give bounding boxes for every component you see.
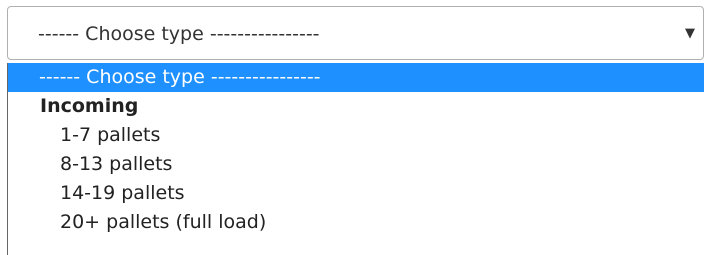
- option-14-19-pallets[interactable]: 14-19 pallets: [8, 179, 704, 208]
- page: ------ Choose type ---------------- ▼ --…: [0, 0, 704, 255]
- option-8-13-pallets[interactable]: 8-13 pallets: [8, 150, 704, 179]
- selected-value: ------ Choose type ----------------: [38, 23, 320, 45]
- option-20-plus-pallets[interactable]: 20+ pallets (full load): [8, 208, 704, 237]
- option-1-7-pallets[interactable]: 1-7 pallets: [8, 121, 704, 150]
- type-dropdown-list: ------ Choose type ---------------- Inco…: [7, 63, 704, 255]
- caret-down-icon[interactable]: ▼: [685, 7, 695, 61]
- type-select[interactable]: ------ Choose type ---------------- ▼: [7, 6, 704, 60]
- optgroup-incoming: Incoming: [40, 95, 139, 117]
- option-placeholder[interactable]: ------ Choose type ----------------: [8, 63, 704, 92]
